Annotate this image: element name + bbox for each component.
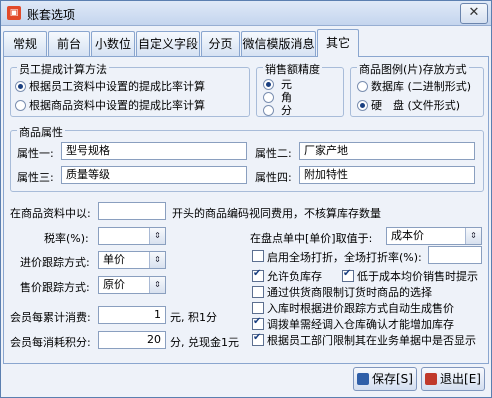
exit-button[interactable]: 退出[E] [421,367,485,391]
transfer-confirm-label: 调拨单需经调入仓库确认才能增加库存 [267,318,454,331]
purchase-track-select[interactable]: 单价 ⇕ [98,251,166,269]
tab-other[interactable]: 其它 [317,29,359,57]
member-spend-suffix: 元, 积1分 [170,311,217,324]
floppy-disk-icon [357,373,369,385]
transfer-confirm-checkbox[interactable] [252,316,264,330]
tab-custom-fields[interactable]: 自定义字段 [136,31,200,56]
below-cost-warning-label: 低于成本均价销售时提示 [357,270,478,283]
storage-radio-disk[interactable] [357,100,368,111]
precision-radio-fen[interactable] [263,105,274,116]
prefix-suffix-text: 开头的商品编码视同费用，不核算库存数量 [172,207,381,220]
image-storage-group-title: 商品图例(片)存放方式 [357,61,469,77]
tab-general[interactable]: 常规 [3,31,47,56]
discount-label: 启用全场打折，全场打折率(%): [267,251,422,264]
attr4-input[interactable]: 附加特性 [299,166,475,184]
sale-track-label: 售价跟踪方式: [20,281,90,294]
auto-price-checkbox[interactable] [252,302,264,314]
precision-group-title: 销售额精度 [263,61,322,77]
precision-group: 销售额精度 元 角 分 [256,61,344,117]
precision-radio-yuan[interactable] [263,79,274,90]
title-bar: ▣ 账套选项 ✕ [1,1,491,26]
storage-option-database: 数据库 (二进制形式) [371,80,472,93]
commission-radio-product[interactable] [15,100,26,111]
attr3-input[interactable]: 质量等级 [61,166,247,184]
purchase-track-value: 单价 [103,253,125,266]
options-dialog: ▣ 账套选项 ✕ 常规 前台 小数位 自定义字段 分页 微信模版消息 其它 员工… [0,0,492,398]
inventory-price-value: 成本价 [391,229,424,242]
tab-frontdesk[interactable]: 前台 [48,31,90,56]
spin-icon: ⇕ [465,228,481,244]
attr1-label: 属性一: [17,147,54,160]
tab-wechat-template[interactable]: 微信模版消息 [241,31,316,56]
spin-icon: ⇕ [149,252,165,268]
commission-group-title: 员工提成计算方法 [17,61,109,77]
auto-price-label: 入库时根据进价跟踪方式自动生成售价 [267,302,454,315]
inventory-price-select[interactable]: 成本价 ⇕ [386,227,482,245]
attributes-group: 商品属性 属性一: 型号规格 属性二: 厂家产地 属性三: 质量等级 属性四: … [10,124,484,192]
below-cost-warning-checkbox[interactable] [342,268,354,282]
spin-icon: ⇕ [149,228,165,244]
close-button[interactable]: ✕ [460,3,488,24]
allow-negative-stock-label: 允许负库存 [267,270,322,283]
storage-radio-database[interactable] [357,81,368,92]
attr2-input[interactable]: 厂家产地 [299,142,475,160]
allow-negative-stock-checkbox[interactable] [252,268,264,282]
save-button-label: 保存[S] [372,372,413,386]
tab-panel-other: 员工提成计算方法 根据员工资料中设置的提成比率计算 根据商品资料中设置的提成比率… [3,56,489,364]
save-button[interactable]: 保存[S] [353,367,417,391]
prefix-input[interactable] [98,202,166,220]
department-limit-checkbox[interactable] [252,332,264,346]
member-points-label: 会员每消耗积分: [10,336,91,349]
tab-paging[interactable]: 分页 [201,31,240,56]
tax-select[interactable]: ⇕ [98,227,166,245]
attr2-label: 属性二: [255,147,292,160]
commission-option-employee: 根据员工资料中设置的提成比率计算 [29,80,205,93]
inventory-price-label: 在盘点单中[单价]取值于: [250,232,373,245]
commission-radio-employee[interactable] [15,81,26,92]
app-logo-icon: ▣ [7,6,21,20]
tab-decimals[interactable]: 小数位 [91,31,135,56]
attributes-group-title: 商品属性 [17,124,65,140]
prefix-label: 在商品资料中以: [10,207,91,220]
precision-radio-jiao[interactable] [263,92,274,103]
storage-option-disk: 硬 盘 (文件形式) [371,99,461,112]
supplier-limit-label: 通过供货商限制订货时商品的选择 [267,286,432,299]
exit-button-label: 退出[E] [440,372,481,386]
window-title: 账套选项 [27,8,76,22]
attr1-input[interactable]: 型号规格 [61,142,247,160]
commission-option-product: 根据商品资料中设置的提成比率计算 [29,99,205,112]
purchase-track-label: 进价跟踪方式: [20,256,90,269]
commission-group: 员工提成计算方法 根据员工资料中设置的提成比率计算 根据商品资料中设置的提成比率… [10,61,250,117]
department-limit-label: 根据员工部门限制其在业务单据中是否显示 [267,334,476,347]
exit-door-icon [425,373,438,385]
member-points-suffix: 分, 兑现金1元 [170,336,239,349]
sale-track-select[interactable]: 原价 ⇕ [98,276,166,294]
discount-checkbox[interactable] [252,250,264,262]
attr4-label: 属性四: [255,171,292,184]
attr3-label: 属性三: [17,171,54,184]
supplier-limit-checkbox[interactable] [252,286,264,298]
image-storage-group: 商品图例(片)存放方式 数据库 (二进制形式) 硬 盘 (文件形式) [350,61,484,117]
discount-rate-input[interactable] [428,246,482,264]
precision-option-fen: 分 [281,104,292,117]
member-spend-label: 会员每累计消费: [10,311,91,324]
sale-track-value: 原价 [103,278,125,291]
tax-label: 税率(%): [44,232,89,245]
member-spend-input[interactable]: 1 [98,306,166,324]
spin-icon: ⇕ [149,277,165,293]
member-points-input[interactable]: 20 [98,331,166,349]
